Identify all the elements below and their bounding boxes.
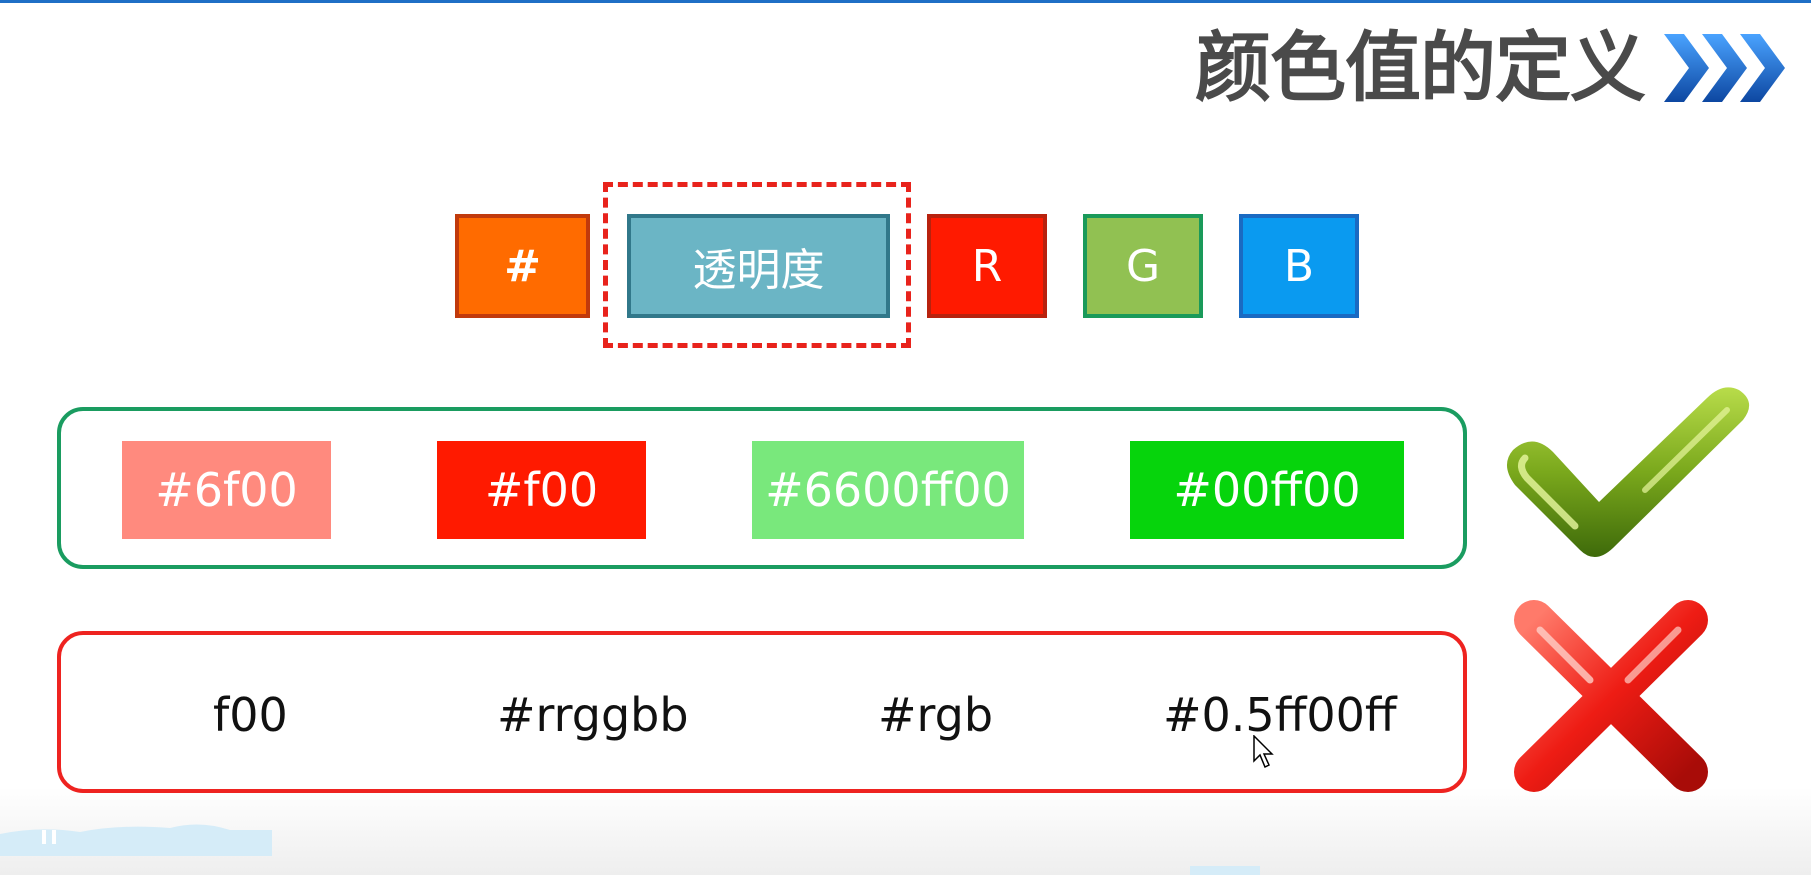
check-icon <box>1506 387 1750 558</box>
alpha-box: 透明度 <box>627 214 890 318</box>
red-box: R <box>927 214 1047 318</box>
valid-example-swatch: #6600ff00 <box>752 441 1024 539</box>
green-box: G <box>1083 214 1203 318</box>
cross-icon <box>1514 600 1708 792</box>
valid-example-swatch: #6f00 <box>122 441 331 539</box>
hash-box: # <box>455 214 590 318</box>
invalid-example: f00 <box>213 688 288 742</box>
invalid-example: #rgb <box>878 688 994 742</box>
blue-box: B <box>1239 214 1359 318</box>
bottom-decoration <box>1190 866 1260 875</box>
valid-example-swatch: #00ff00 <box>1130 441 1404 539</box>
invalid-example: #0.5ff00ff <box>1163 688 1397 742</box>
invalid-example: #rrggbb <box>497 688 689 742</box>
valid-example-swatch: #f00 <box>437 441 646 539</box>
mouse-cursor-icon <box>1253 735 1274 769</box>
chevron-right-icon <box>1664 34 1785 102</box>
top-accent-line <box>0 0 1811 3</box>
slide-title: 颜色值的定义 <box>1195 23 1646 112</box>
bottom-wave-decoration <box>0 824 272 856</box>
